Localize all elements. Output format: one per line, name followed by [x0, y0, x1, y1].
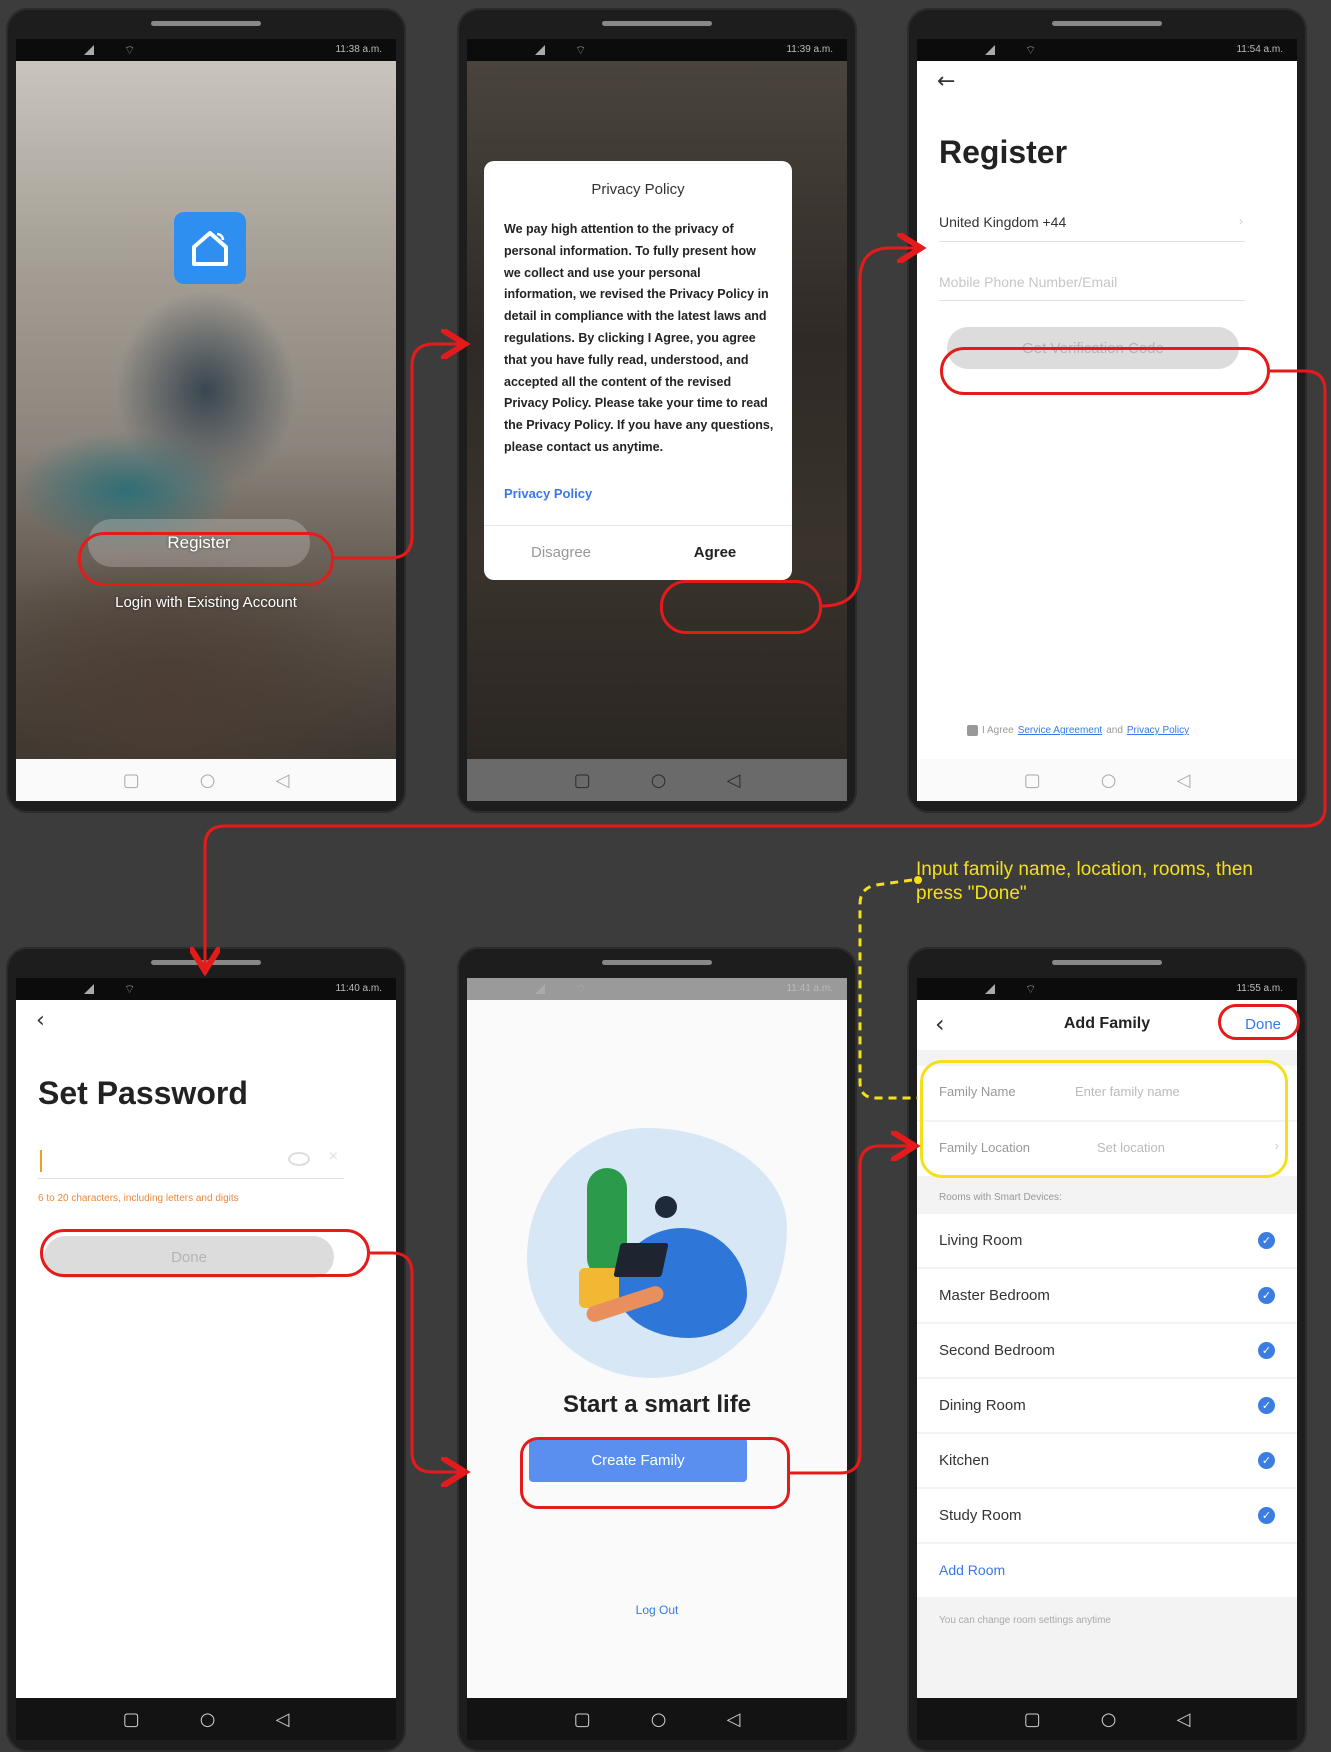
arrow-register-to-privacy — [334, 344, 462, 560]
arrow-start-to-add-family — [790, 1146, 912, 1475]
arrow-password-to-start — [370, 1251, 462, 1472]
note-dot — [914, 876, 922, 884]
arrow-verification-to-password — [205, 369, 1327, 968]
flow-arrows — [0, 0, 1327, 1740]
arrow-note-to-fields — [858, 878, 918, 1100]
arrow-agree-to-register — [821, 248, 918, 608]
